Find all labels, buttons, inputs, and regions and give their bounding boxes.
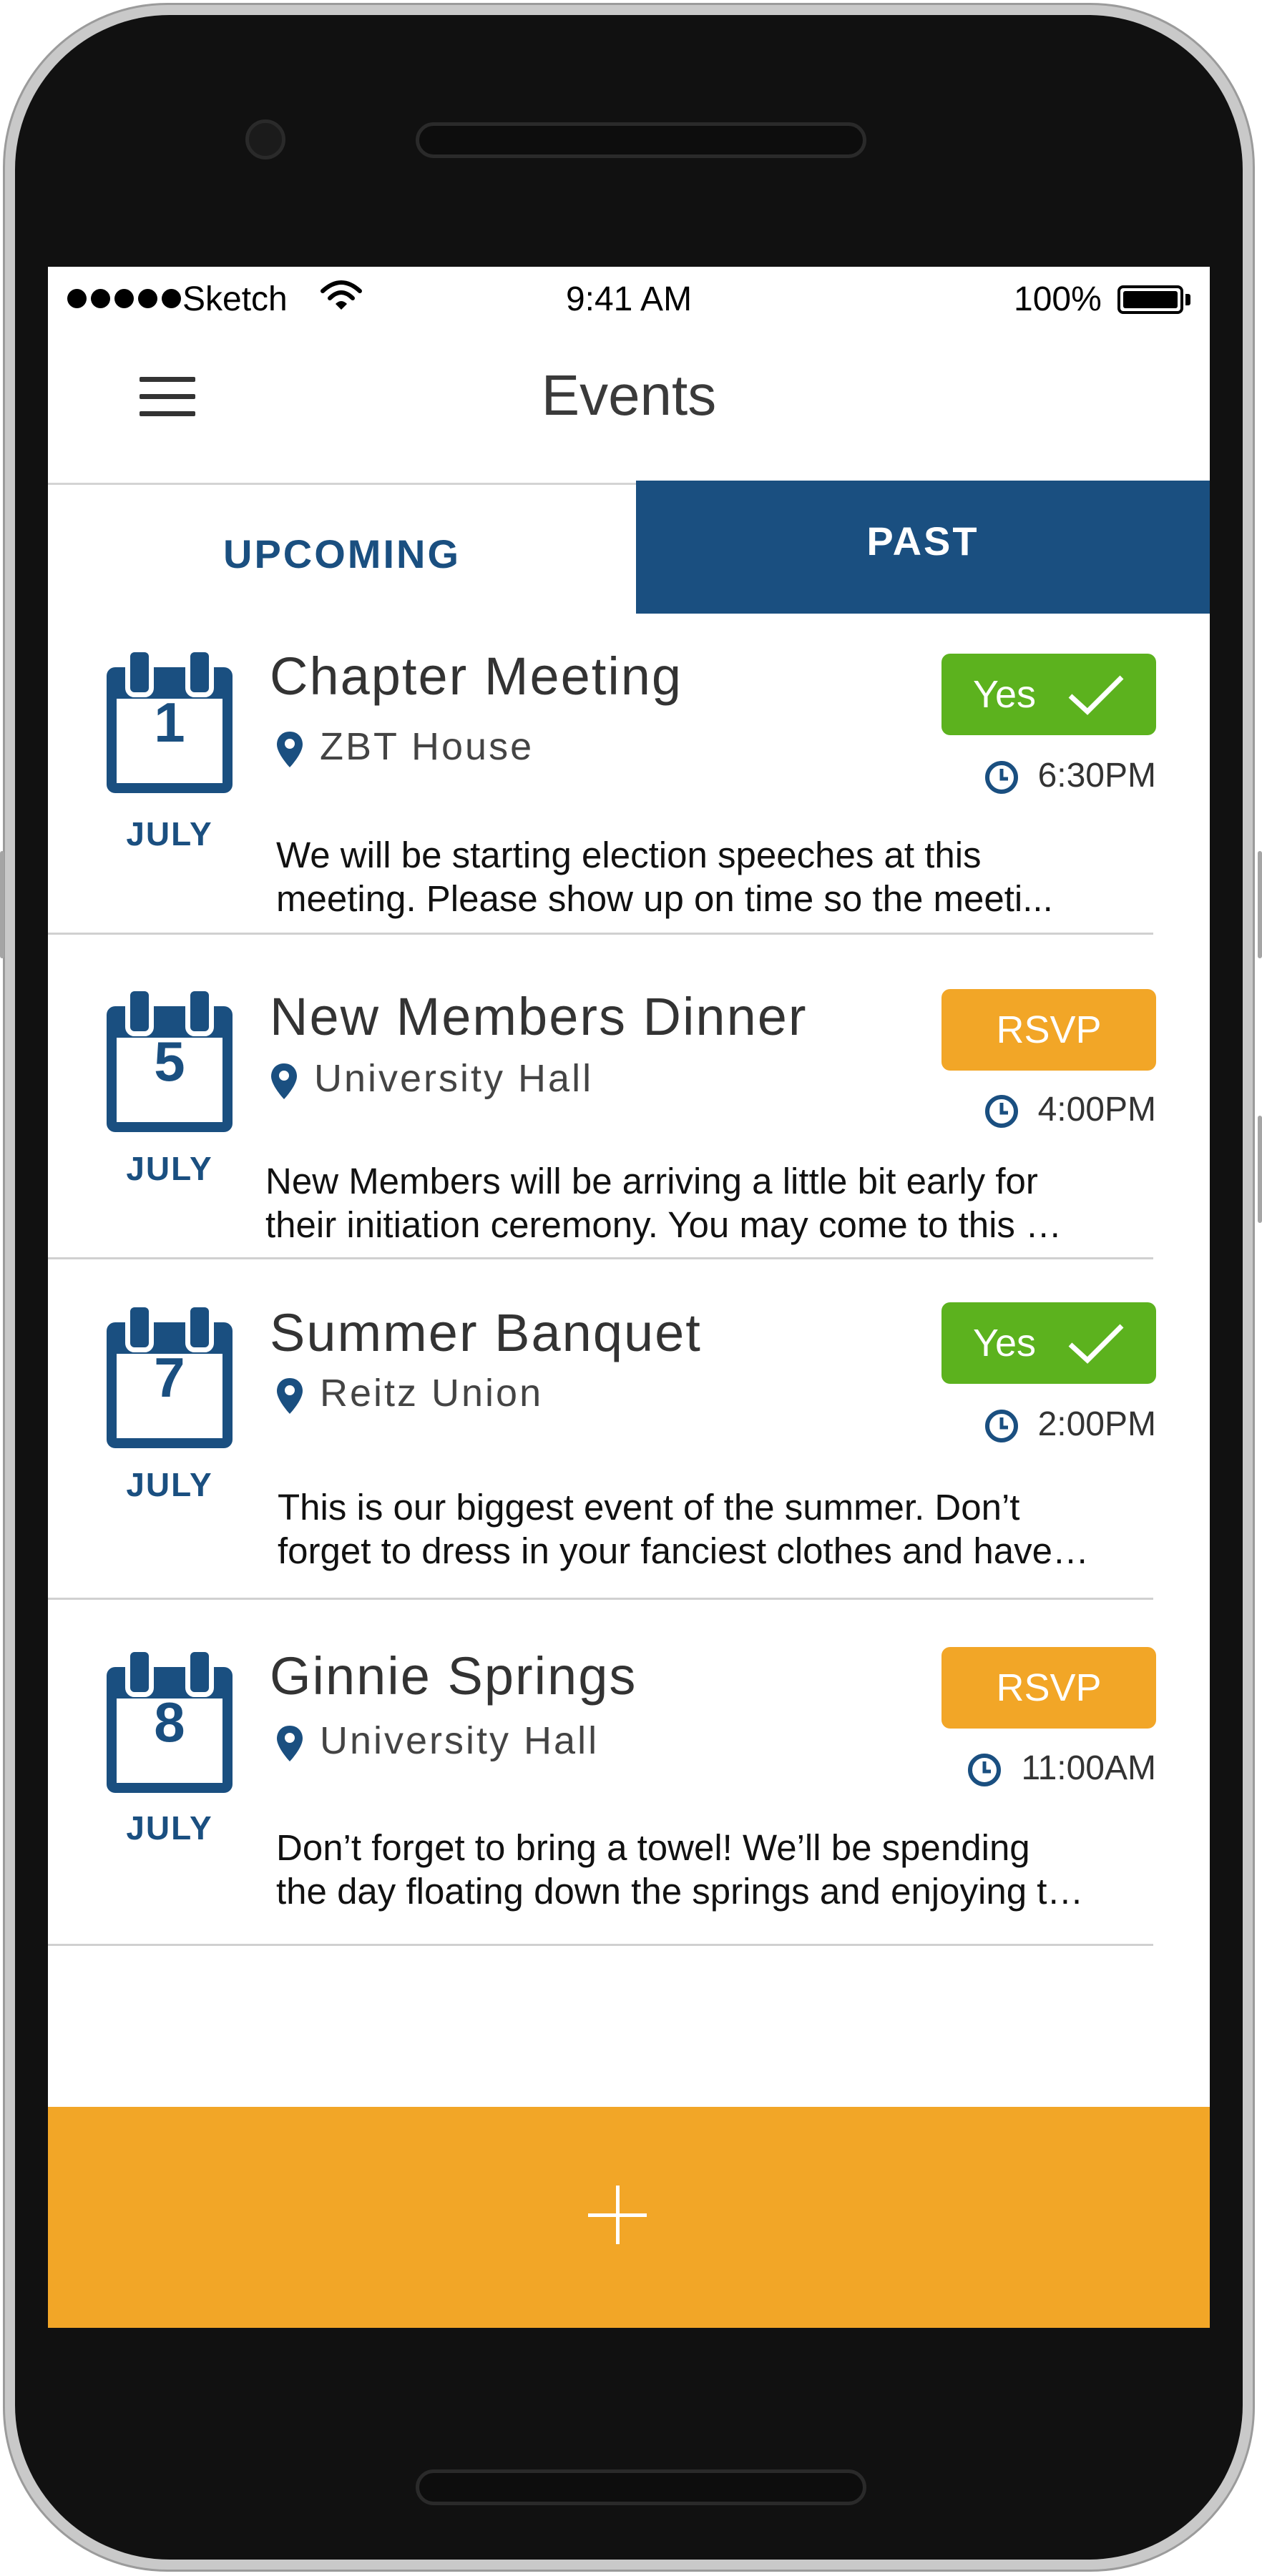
event-month: JULY (126, 815, 213, 852)
event-location-text: University Hall (314, 1057, 594, 1100)
event-location: University Hall (270, 1056, 593, 1101)
row-divider (48, 1257, 1153, 1259)
event-description-line: meeting. Please show up on time so the m… (276, 878, 1053, 919)
calendar-icon: 7 (107, 1302, 233, 1448)
side-button-lower (1258, 1116, 1262, 1223)
tab-upcoming-label: UPCOMING (223, 531, 461, 576)
event-time: 2:00PM (984, 1405, 1156, 1444)
event-location: ZBT House (275, 724, 534, 769)
event-description-line: their initiation ceremony. You may come … (265, 1204, 1062, 1245)
event-description: Don’t forget to bring a towel! We’ll be … (276, 1826, 1083, 1913)
event-description: We will be starting election speeches at… (276, 833, 1053, 920)
event-time-text: 2:00PM (1037, 1405, 1156, 1443)
calendar-icon: 8 (107, 1647, 233, 1793)
event-location-text: University Hall (320, 1719, 600, 1762)
event-description-line: forget to dress in your fanciest clothes… (278, 1530, 1089, 1571)
row-divider (48, 1944, 1153, 1946)
event-title: New Members Dinner (270, 987, 808, 1046)
add-event-button[interactable] (48, 2107, 1210, 2328)
calendar-icon: 1 (107, 647, 233, 793)
rsvp-status-label: RSVP (996, 1666, 1102, 1709)
event-title: Ginnie Springs (270, 1646, 637, 1706)
tab-past-label: PAST (866, 518, 979, 564)
location-pin-icon (277, 731, 303, 767)
tab-upcoming[interactable]: UPCOMING (48, 483, 636, 616)
event-time-text: 6:30PM (1037, 757, 1156, 795)
event-day: 8 (154, 1691, 185, 1754)
battery-percentage: 100% (1014, 280, 1102, 318)
tab-past[interactable]: PAST (636, 481, 1210, 614)
rsvp-button[interactable]: RSVP (941, 989, 1156, 1071)
rsvp-button[interactable]: RSVP (941, 1647, 1156, 1729)
event-time: 11:00AM (967, 1749, 1156, 1788)
event-tabs: UPCOMING PAST (48, 481, 1210, 616)
location-pin-icon (277, 1377, 303, 1414)
location-pin-icon (277, 1725, 303, 1761)
event-location: University Hall (275, 1719, 599, 1763)
rsvp-yes-button[interactable]: Yes (941, 1302, 1156, 1384)
row-divider (48, 933, 1153, 935)
clock-icon (984, 1410, 1018, 1443)
earpiece-speaker (416, 122, 866, 158)
clock-icon (984, 761, 1018, 795)
front-camera (245, 119, 285, 159)
event-description: New Members will be arriving a little bi… (265, 1159, 1062, 1247)
event-card-new-members-dinner[interactable]: 5 JULY New Members Dinner University Hal… (48, 942, 1210, 1264)
event-description-line: New Members will be arriving a little bi… (265, 1161, 1038, 1201)
event-month: JULY (126, 1150, 213, 1187)
rsvp-status-label: Yes (972, 1322, 1037, 1365)
navigation-bar: Events (48, 335, 1210, 483)
app-screen: Sketch 9:41 AM 100% Events UPCOMING PAST (48, 267, 1210, 2328)
event-time: 6:30PM (984, 756, 1156, 795)
event-location-text: ZBT House (320, 725, 534, 768)
page-title: Events (541, 363, 717, 427)
side-button (1258, 851, 1262, 958)
location-pin-icon (271, 1063, 297, 1099)
event-month: JULY (126, 1809, 213, 1847)
event-time: 4:00PM (984, 1090, 1156, 1129)
event-description-line: We will be starting election speeches at… (276, 835, 982, 875)
rsvp-status-label: Yes (972, 673, 1037, 716)
rsvp-status-label: RSVP (996, 1008, 1102, 1051)
event-day: 1 (154, 691, 185, 754)
event-title: Summer Banquet (270, 1303, 702, 1362)
clock-icon (968, 1754, 1002, 1787)
event-description-line: This is our biggest event of the summer.… (278, 1487, 1020, 1528)
bottom-speaker (416, 2469, 866, 2505)
event-day: 7 (154, 1346, 185, 1409)
checkmark-icon (1068, 1324, 1124, 1364)
event-card-chapter-meeting[interactable]: 1 JULY Chapter Meeting ZBT House Yes 6:3… (48, 616, 1210, 942)
event-title: Chapter Meeting (270, 647, 683, 706)
event-time-text: 11:00AM (1021, 1749, 1156, 1787)
volume-button (0, 851, 4, 958)
event-location: Reitz Union (275, 1371, 543, 1415)
status-bar: Sketch 9:41 AM 100% (48, 267, 1210, 335)
event-location-text: Reitz Union (320, 1372, 544, 1415)
checkmark-icon (1068, 675, 1124, 715)
battery-tip (1185, 294, 1190, 305)
event-description-line: the day floating down the springs and en… (276, 1871, 1084, 1912)
row-divider (48, 1598, 1153, 1600)
battery-icon (1117, 285, 1183, 314)
event-description-line: Don’t forget to bring a towel! We’ll be … (276, 1827, 1030, 1868)
calendar-icon: 5 (107, 986, 233, 1132)
clock-icon (984, 1095, 1018, 1129)
event-card-summer-banquet[interactable]: 7 JULY Summer Banquet Reitz Union Yes 2:… (48, 1264, 1210, 1608)
event-day: 5 (154, 1030, 185, 1093)
event-description: This is our biggest event of the summer.… (278, 1485, 1089, 1573)
event-time-text: 4:00PM (1037, 1091, 1156, 1129)
event-card-ginnie-springs[interactable]: 8 JULY Ginnie Springs University Hall RS… (48, 1608, 1210, 1966)
rsvp-yes-button[interactable]: Yes (941, 654, 1156, 735)
event-month: JULY (126, 1466, 213, 1503)
